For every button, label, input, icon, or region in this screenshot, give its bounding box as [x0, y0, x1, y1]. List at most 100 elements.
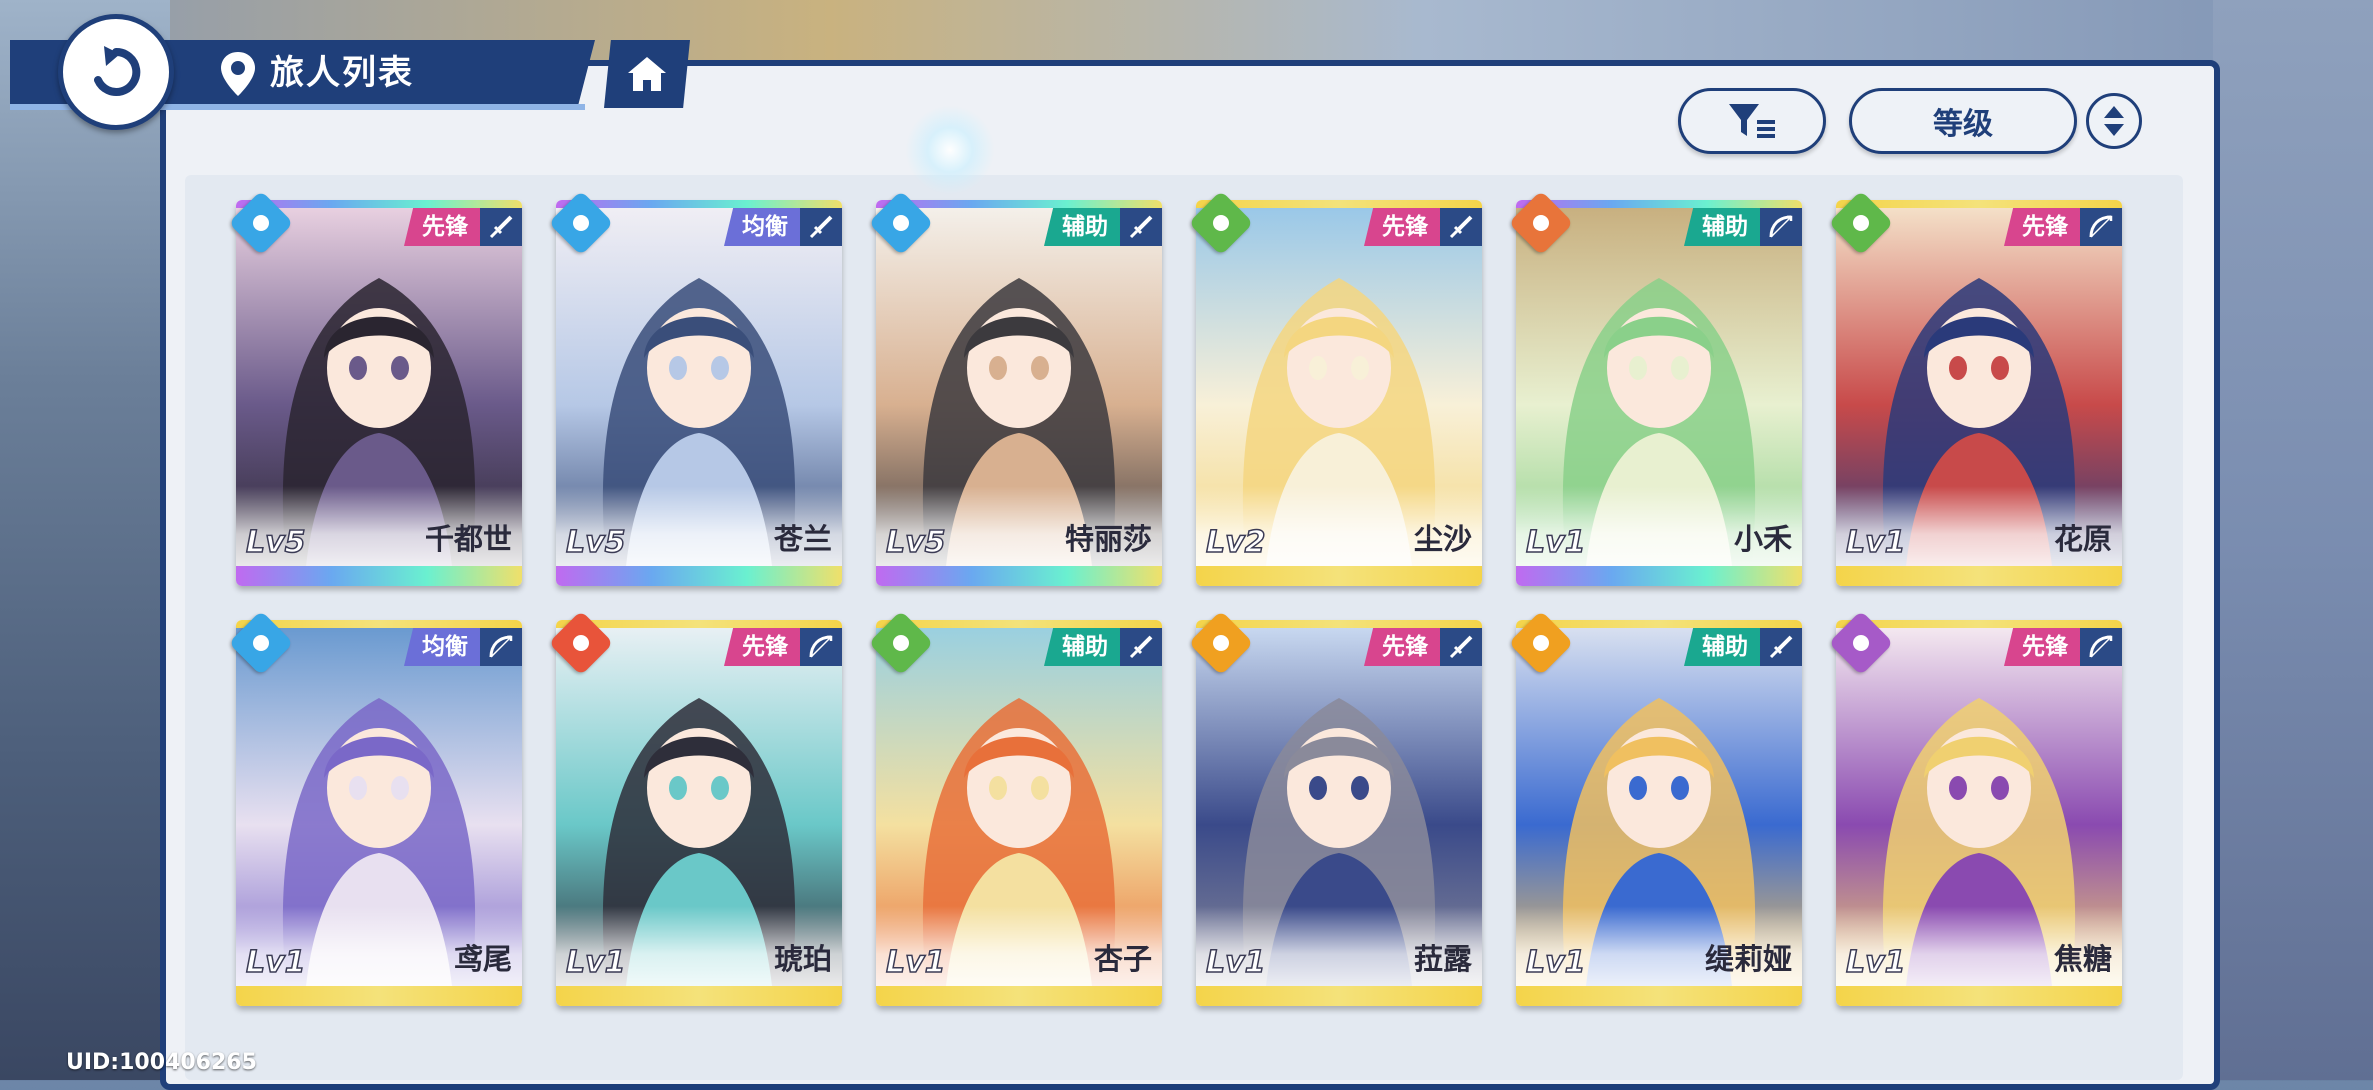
- background-right: [2213, 0, 2373, 1080]
- back-button[interactable]: [58, 14, 174, 130]
- water-element-icon: [228, 190, 294, 256]
- character-card[interactable]: Lv5 苍兰 均衡: [556, 200, 842, 586]
- fire-element-icon: [548, 610, 614, 676]
- rarity-stripe-bottom: [876, 566, 1162, 586]
- water-element-icon: [868, 190, 934, 256]
- character-name: 小禾: [1733, 522, 1792, 556]
- filter-button[interactable]: [1678, 88, 1826, 154]
- character-name: 杏子: [1093, 942, 1152, 976]
- character-level: Lv1: [565, 944, 626, 981]
- sparkle-effect: [905, 105, 995, 195]
- character-level: Lv1: [245, 944, 306, 981]
- character-name: 琥珀: [773, 942, 832, 976]
- earth-element-icon: [1508, 190, 1574, 256]
- water-element-icon: [548, 190, 614, 256]
- character-grid: Lv5 千都世 先锋 Lv5 苍兰 均衡 Lv5 特丽莎 辅助 Lv2 尘沙 先锋 Lv1 小禾辅…: [228, 190, 2136, 1010]
- dark-element-icon: [1828, 610, 1894, 676]
- rarity-stripe-bottom: [556, 566, 842, 586]
- sword-icon: [1440, 628, 1482, 666]
- character-name: 特丽莎: [1064, 522, 1152, 556]
- character-card[interactable]: Lv2 尘沙 先锋: [1196, 200, 1482, 586]
- character-name: 尘沙: [1413, 522, 1472, 556]
- character-card[interactable]: Lv1 小禾 辅助: [1516, 200, 1802, 586]
- role-badge: 辅助: [1684, 628, 1760, 666]
- character-name: 鸢尾: [453, 942, 512, 976]
- bow-icon: [1760, 208, 1802, 246]
- character-level: Lv2: [1205, 524, 1266, 561]
- character-card[interactable]: Lv1 鸢尾 均衡: [236, 620, 522, 1006]
- sword-icon: [480, 208, 522, 246]
- home-icon: [628, 57, 666, 91]
- rarity-stripe-bottom: [236, 566, 522, 586]
- water-element-icon: [228, 610, 294, 676]
- role-badge: 先锋: [404, 208, 480, 246]
- sort-dropdown[interactable]: 等级: [1849, 88, 2077, 154]
- character-name: 缇莉娅: [1704, 942, 1792, 976]
- role-badge: 先锋: [2004, 208, 2080, 246]
- character-card[interactable]: Lv5 特丽莎 辅助: [876, 200, 1162, 586]
- character-level: Lv1: [1845, 944, 1906, 981]
- character-name: 千都世: [424, 522, 512, 556]
- role-badge: 辅助: [1044, 208, 1120, 246]
- character-card[interactable]: Lv1 花原 先锋: [1836, 200, 2122, 586]
- character-level: Lv1: [885, 944, 946, 981]
- character-level: Lv1: [1205, 944, 1266, 981]
- wind-element-icon: [868, 610, 934, 676]
- rarity-stripe-bottom: [1196, 986, 1482, 1006]
- character-name: 焦糖: [2053, 942, 2112, 976]
- character-level: Lv1: [1525, 524, 1586, 561]
- character-card[interactable]: Lv5 千都世 先锋: [236, 200, 522, 586]
- rarity-stripe-bottom: [1836, 566, 2122, 586]
- role-badge: 先锋: [2004, 628, 2080, 666]
- character-level: Lv1: [1525, 944, 1586, 981]
- wind-element-icon: [1188, 190, 1254, 256]
- role-badge: 均衡: [724, 208, 800, 246]
- light-element-icon: [1188, 610, 1254, 676]
- character-name: 花原: [2053, 522, 2112, 556]
- sort-order-button[interactable]: [2086, 93, 2142, 149]
- sword-icon: [1120, 628, 1162, 666]
- role-badge: 先锋: [1364, 208, 1440, 246]
- character-card[interactable]: Lv1 缇莉娅 辅助: [1516, 620, 1802, 1006]
- character-card[interactable]: Lv1 菈露 先锋: [1196, 620, 1482, 1006]
- rarity-stripe-bottom: [1516, 566, 1802, 586]
- role-badge: 先锋: [1364, 628, 1440, 666]
- uid-label: UID:100406265: [66, 1050, 257, 1075]
- bow-icon: [2080, 208, 2122, 246]
- character-name: 菈露: [1413, 942, 1472, 976]
- location-pin-icon: [221, 52, 255, 96]
- sword-icon: [1440, 208, 1482, 246]
- character-level: Lv5: [565, 524, 626, 561]
- wind-element-icon: [1828, 190, 1894, 256]
- character-level: Lv5: [885, 524, 946, 561]
- rarity-stripe-bottom: [1196, 566, 1482, 586]
- role-badge: 均衡: [404, 628, 480, 666]
- rarity-stripe-bottom: [876, 986, 1162, 1006]
- sword-icon: [1760, 628, 1802, 666]
- character-level: Lv5: [245, 524, 306, 561]
- role-badge: 辅助: [1044, 628, 1120, 666]
- light-element-icon: [1508, 610, 1574, 676]
- character-level: Lv1: [1845, 524, 1906, 561]
- character-card[interactable]: Lv1 杏子 辅助: [876, 620, 1162, 1006]
- bow-icon: [2080, 628, 2122, 666]
- back-arrow-icon: [94, 46, 141, 96]
- page-title: 旅人列表: [270, 53, 414, 93]
- character-name: 苍兰: [773, 522, 832, 556]
- rarity-stripe-bottom: [556, 986, 842, 1006]
- role-badge: 辅助: [1684, 208, 1760, 246]
- background-left: [0, 0, 170, 1080]
- bow-icon: [480, 628, 522, 666]
- home-button[interactable]: [604, 40, 690, 108]
- rarity-stripe-bottom: [1836, 986, 2122, 1006]
- rarity-stripe-bottom: [236, 986, 522, 1006]
- sword-icon: [1120, 208, 1162, 246]
- filter-icon: [1729, 104, 1775, 138]
- character-card[interactable]: Lv1 琥珀 先锋: [556, 620, 842, 1006]
- sword-icon: [800, 208, 842, 246]
- rarity-stripe-bottom: [1516, 986, 1802, 1006]
- bow-icon: [800, 628, 842, 666]
- character-card[interactable]: Lv1 焦糖 先锋: [1836, 620, 2122, 1006]
- sort-order-icon: [2104, 106, 2124, 136]
- role-badge: 先锋: [724, 628, 800, 666]
